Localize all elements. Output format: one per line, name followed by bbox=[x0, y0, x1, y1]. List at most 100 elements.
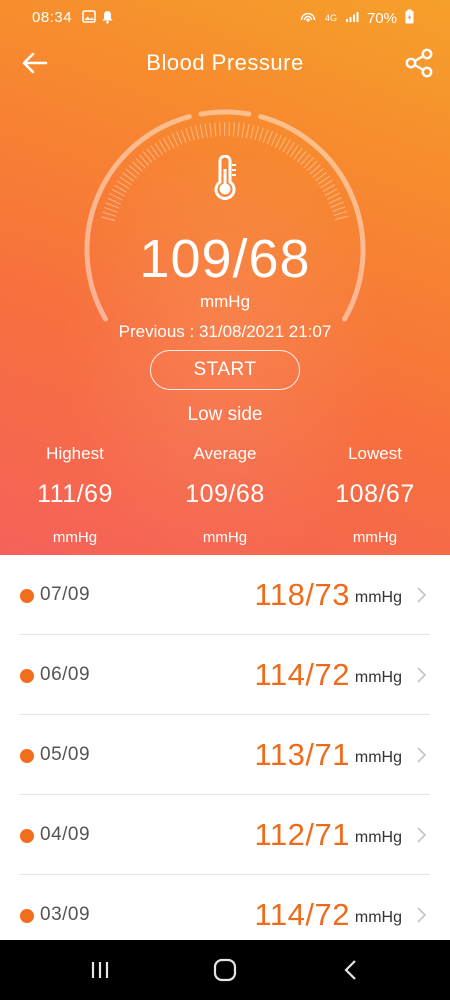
list-item-reading: 114/72 bbox=[254, 897, 350, 932]
list-item-reading: 118/73 bbox=[254, 577, 350, 612]
list-item[interactable]: 03/09 114/72 mmHg bbox=[20, 875, 430, 940]
list-item-unit: mmHg bbox=[354, 669, 402, 686]
gauge-tick bbox=[241, 123, 245, 138]
gauge-tick bbox=[102, 211, 117, 217]
gallery-icon bbox=[82, 10, 96, 26]
gauge-tick bbox=[176, 131, 183, 145]
gauge-tick bbox=[214, 122, 217, 137]
stat-value: 111/69 bbox=[37, 480, 113, 508]
list-item[interactable]: 06/09 114/72 mmHg bbox=[20, 635, 430, 715]
battery-icon bbox=[405, 9, 414, 27]
recent-apps-button[interactable] bbox=[82, 956, 118, 984]
nav-back-button[interactable] bbox=[333, 956, 369, 984]
top-app-bar: Blood Pressure bbox=[0, 36, 450, 90]
gauge-tick bbox=[105, 202, 120, 209]
status-dot bbox=[20, 829, 34, 843]
notification-icon bbox=[101, 10, 114, 27]
header-panel: 08:34 4G 70% Blood Pressure 109/68 mmHg … bbox=[0, 0, 450, 555]
gauge-tick bbox=[330, 201, 344, 208]
current-reading-unit: mmHg bbox=[199, 292, 251, 311]
share-icon bbox=[405, 48, 433, 78]
stat-label: Average bbox=[193, 444, 257, 463]
status-bar: 08:34 4G 70% bbox=[0, 0, 450, 36]
list-item-unit: mmHg bbox=[354, 909, 402, 926]
gauge-tick bbox=[180, 129, 187, 144]
gauge-tick bbox=[199, 124, 204, 139]
status-dot bbox=[20, 589, 34, 603]
status-dot bbox=[20, 669, 34, 683]
chevron-right-icon bbox=[417, 747, 427, 763]
list-item-reading: 114/72 bbox=[254, 657, 350, 692]
home-button[interactable] bbox=[207, 956, 243, 984]
previous-measurement: Previous : 31/08/2021 21:07 bbox=[118, 322, 332, 341]
start-button[interactable]: START bbox=[150, 350, 300, 390]
status-dot bbox=[20, 909, 34, 923]
system-nav-bar bbox=[0, 940, 450, 1000]
home-icon bbox=[213, 958, 237, 982]
gauge-tick bbox=[274, 134, 283, 148]
gauge-tick bbox=[109, 193, 123, 201]
list-item-date: 03/09 bbox=[40, 904, 91, 925]
gauge-tick bbox=[334, 215, 349, 221]
gauge-tick bbox=[258, 127, 264, 142]
list-item-unit: mmHg bbox=[354, 829, 402, 846]
list-item-date: 04/09 bbox=[40, 824, 91, 845]
list-item-unit: mmHg bbox=[354, 589, 402, 606]
gauge-tick bbox=[262, 129, 269, 143]
chevron-right-icon bbox=[417, 587, 427, 603]
status-right-group: 4G 70% bbox=[299, 9, 414, 27]
stat-unit: mmHg bbox=[52, 529, 98, 546]
chevron-right-icon bbox=[417, 667, 427, 683]
stat-highest: Highest 111/69 mmHg bbox=[0, 444, 150, 546]
gauge-tick bbox=[167, 135, 175, 149]
network-label: 4G bbox=[324, 12, 337, 23]
gauge-tick bbox=[185, 127, 191, 142]
gauge-tick bbox=[190, 126, 195, 141]
list-item-reading: 112/71 bbox=[254, 817, 350, 852]
gauge-tick bbox=[270, 132, 278, 147]
current-reading: 109/68 bbox=[139, 229, 311, 289]
stat-unit: mmHg bbox=[202, 529, 248, 546]
gauge-tick bbox=[254, 126, 260, 141]
stat-label: Lowest bbox=[348, 444, 402, 463]
list-item[interactable]: 04/09 112/71 mmHg bbox=[20, 795, 430, 875]
status-time: 08:34 bbox=[32, 9, 73, 26]
list-item[interactable]: 05/09 113/71 mmHg bbox=[20, 715, 430, 795]
gauge-tick bbox=[204, 123, 208, 138]
gauge-tick bbox=[232, 122, 235, 137]
gauge-tick bbox=[237, 122, 240, 137]
chevron-right-icon bbox=[417, 827, 427, 843]
gauge-tick bbox=[245, 124, 250, 139]
gauge-tick bbox=[219, 122, 221, 137]
share-button[interactable] bbox=[402, 46, 436, 80]
battery-percent: 70% bbox=[366, 9, 397, 27]
stat-average: Average 109/68 mmHg bbox=[150, 444, 300, 546]
gauge-tick bbox=[104, 206, 118, 213]
gauge-tick bbox=[332, 206, 346, 212]
gauge-tick bbox=[266, 130, 274, 145]
chevron-right-icon bbox=[417, 907, 427, 923]
stat-value: 109/68 bbox=[185, 480, 265, 508]
gauge-tick bbox=[107, 197, 121, 205]
gauge-tick bbox=[171, 133, 179, 147]
back-icon bbox=[344, 960, 356, 980]
list-item-date: 07/09 bbox=[40, 584, 91, 605]
gauge-tick bbox=[194, 125, 200, 140]
gauge-tick bbox=[333, 210, 348, 217]
stat-unit: mmHg bbox=[352, 529, 398, 546]
recent-apps-icon bbox=[91, 962, 109, 978]
list-item-date: 05/09 bbox=[40, 744, 91, 765]
pressure-level: Low side bbox=[187, 404, 263, 425]
list-item-date: 06/09 bbox=[40, 664, 91, 685]
stat-label: Highest bbox=[46, 444, 104, 463]
list-item-unit: mmHg bbox=[354, 749, 402, 766]
status-dot bbox=[20, 749, 34, 763]
list-item[interactable]: 07/09 118/73 mmHg bbox=[20, 555, 430, 635]
gauge-tick bbox=[326, 192, 340, 200]
stat-value: 108/67 bbox=[335, 480, 415, 508]
history-list: 07/09 118/73 mmHg 06/09 114/72 mmHg 05/0… bbox=[0, 555, 450, 940]
page-title: Blood Pressure bbox=[146, 50, 304, 75]
gauge-tick bbox=[101, 216, 116, 222]
gauge-arc bbox=[198, 109, 252, 117]
signal-icon bbox=[345, 11, 359, 26]
